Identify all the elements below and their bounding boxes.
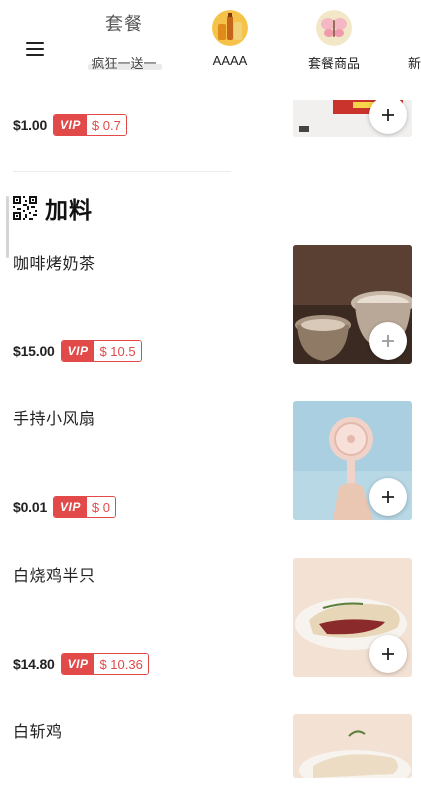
category-nav: 套餐 疯狂一送一 AAAA 套餐商品 新 [0, 0, 421, 100]
qr-code-icon [13, 196, 37, 220]
vip-label: VIP [54, 497, 87, 517]
vip-price-badge: VIP $ 0.7 [53, 114, 127, 136]
add-to-cart-button[interactable] [369, 635, 407, 673]
scrollbar[interactable] [6, 196, 9, 258]
vip-price-badge: VIP $ 0 [53, 496, 116, 518]
category-item-crazy-bogo[interactable]: 套餐 疯狂一送一 [76, 8, 172, 88]
product-name[interactable]: 白烧鸡半只 [13, 562, 96, 586]
category-label: AAAA [212, 53, 248, 68]
vip-price-badge: VIP $ 10.36 [60, 653, 149, 675]
vip-label: VIP [61, 654, 95, 674]
product-image[interactable] [293, 714, 412, 778]
category-label: 疯狂一送一 [91, 56, 157, 71]
butterfly-icon [316, 10, 352, 46]
category-item-aaaa[interactable]: AAAA [182, 8, 278, 88]
vip-price: $ 0 [86, 497, 115, 517]
menu-icon[interactable] [26, 41, 44, 57]
taocan-calligraphy-icon: 套餐 [105, 14, 143, 35]
vip-price: $ 10.5 [94, 341, 141, 361]
vip-price-badge: VIP $ 10.5 [60, 340, 142, 362]
category-label: 套餐商品 [307, 56, 360, 71]
vip-price: $ 0.7 [86, 115, 126, 135]
price: $0.01 [13, 499, 48, 515]
add-to-cart-button[interactable] [369, 478, 407, 516]
category-item-set-goods[interactable]: 套餐商品 [286, 8, 382, 88]
vip-label: VIP [54, 115, 87, 135]
divider [13, 171, 231, 172]
vip-price: $ 10.36 [94, 654, 148, 674]
add-to-cart-button[interactable] [369, 322, 407, 360]
product-name[interactable]: 手持小风扇 [13, 405, 96, 429]
category-label: 新 [408, 56, 421, 71]
product-name[interactable]: 咖啡烤奶茶 [13, 250, 96, 274]
price: $14.80 [13, 656, 55, 672]
product-name[interactable]: 白斩鸡 [13, 718, 63, 742]
price: $1.00 [13, 117, 48, 133]
price: $15.00 [13, 343, 55, 359]
section-title: 加料 [13, 191, 93, 225]
drinks-icon [212, 10, 248, 46]
vip-label: VIP [61, 341, 95, 361]
section-title-text: 加料 [45, 197, 93, 223]
add-to-cart-button[interactable] [369, 96, 407, 134]
category-item-new[interactable]: 新 [380, 8, 421, 88]
